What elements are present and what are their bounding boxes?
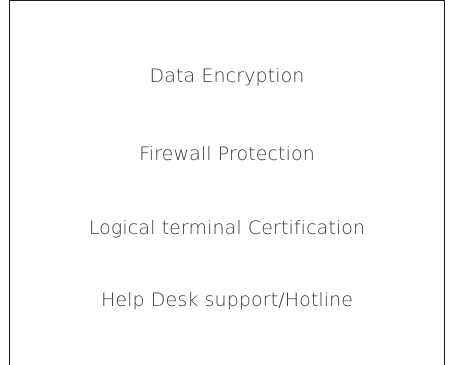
feature-item-data-encryption: Data Encryption bbox=[149, 65, 305, 87]
features-panel: Data Encryption Firewall Protection Logi… bbox=[9, 0, 445, 365]
feature-item-logical-terminal-certification: Logical terminal Certification bbox=[88, 217, 366, 239]
feature-item-help-desk-support: Help Desk support/Hotline bbox=[100, 289, 354, 311]
feature-item-firewall-protection: Firewall Protection bbox=[139, 143, 315, 165]
